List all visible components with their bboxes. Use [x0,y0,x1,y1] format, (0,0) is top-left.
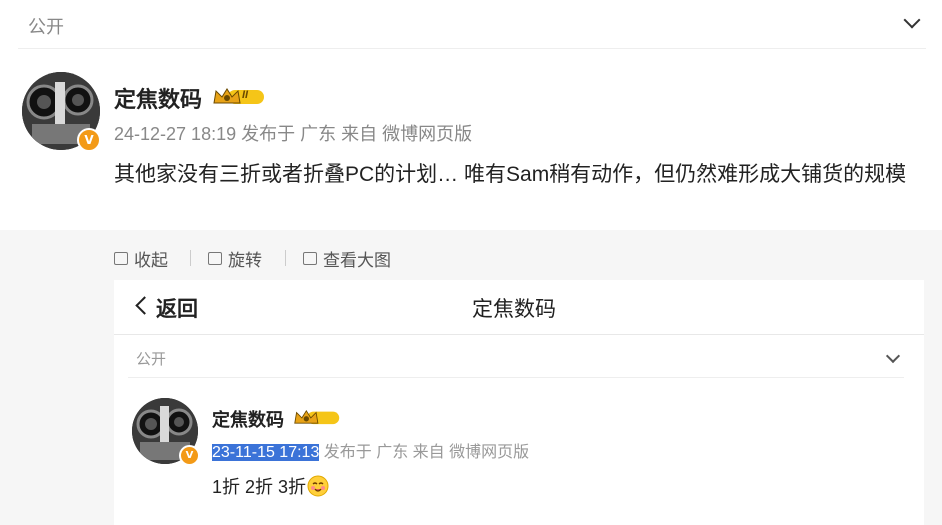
view-large-label: 查看大图 [323,251,391,270]
back-label: 返回 [156,298,198,321]
emoji-face-icon [307,475,329,497]
embedded-author-name: 定焦数码 [212,410,284,430]
divider [190,250,191,266]
embedded-text: 1折 2折 3折 [212,477,307,497]
vip-level: II [242,89,249,101]
visibility-label: 公开 [28,17,64,37]
view-large-button[interactable]: 查看大图 [303,246,391,271]
chevron-left-icon [135,296,154,315]
chevron-down-icon[interactable] [903,11,921,29]
rotate-icon [208,252,222,265]
rotate-button[interactable]: 旋转 [208,246,262,271]
collapse-icon [114,252,128,265]
author-name[interactable]: 定焦数码 [114,82,202,114]
view-large-icon [303,252,317,265]
embedded-post-text: 1折 2折 3折 [212,473,329,499]
divider [128,377,904,378]
embedded-visibility-label: 公开 [136,351,167,368]
post-meta: 24-12-27 18:19 发布于 广东 来自 微博网页版 [114,124,473,144]
selected-date: 23-11-15 17:13 [212,444,320,461]
post-text: 其他家没有三折或者折叠PC的计划… 唯有Sam稍有动作，但仍然难形成大铺货的规模 [114,163,907,186]
embedded-meta-rest: 发布于 广东 来自 微博网页版 [319,444,530,461]
crown-icon [293,407,341,432]
nav-divider [114,334,924,335]
embedded-screenshot[interactable]: 返回 定焦数码 公开 V 定焦数码 23-11-15 17:13 发布于 广东 … [114,280,924,525]
divider [285,250,286,266]
visibility-bar[interactable]: 公开 [18,0,926,49]
collapse-button[interactable]: 收起 [114,246,168,271]
rotate-label: 旋转 [228,251,262,270]
collapse-label: 收起 [134,251,168,270]
chevron-down-icon [885,348,901,364]
embedded-meta: 23-11-15 17:13 发布于 广东 来自 微博网页版 [212,438,529,462]
verified-v-icon: V [77,128,101,152]
nav-title: 定焦数码 [472,298,556,321]
verified-v-icon: V [179,445,200,466]
crown-icon[interactable]: II [212,85,266,112]
